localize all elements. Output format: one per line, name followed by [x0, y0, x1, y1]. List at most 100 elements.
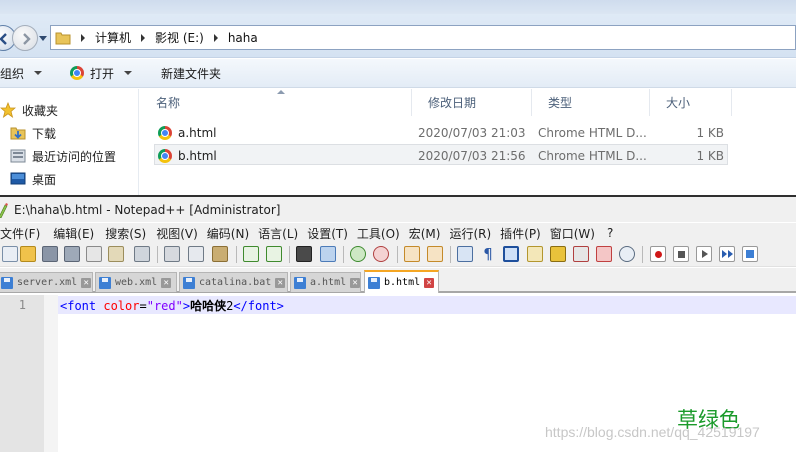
save-icon[interactable]	[42, 246, 58, 262]
folder-as-workspace-icon[interactable]	[596, 246, 612, 262]
save-macro-icon[interactable]	[742, 246, 758, 262]
menu-plugins[interactable]: 插件(P)	[500, 225, 550, 242]
save-all-icon[interactable]	[64, 246, 80, 262]
close-all-icon[interactable]	[108, 246, 124, 262]
open-file-icon[interactable]	[20, 246, 36, 262]
print-icon[interactable]	[134, 246, 150, 262]
sort-ascending-icon	[277, 90, 285, 94]
menu-file[interactable]: 文件(F)	[0, 225, 49, 242]
column-label: 大小	[666, 96, 691, 110]
toolbar-separator	[450, 246, 451, 263]
close-icon[interactable]: ✕	[424, 277, 435, 288]
toolbar-separator	[397, 246, 398, 263]
explorer-toolbar: 组织 打开 新建文件夹	[0, 59, 796, 88]
desktop-icon	[10, 172, 26, 185]
tab-label: web.xml	[115, 277, 158, 288]
nav-item-desktop[interactable]: 桌面	[10, 169, 56, 189]
nav-label: 收藏夹	[22, 103, 59, 118]
record-macro-icon[interactable]	[650, 246, 666, 262]
close-icon[interactable]: ✕	[81, 277, 92, 288]
breadcrumb-folder[interactable]: haha	[228, 31, 258, 45]
toolbar-separator	[642, 246, 643, 263]
file-date: 2020/07/03 21:56	[418, 148, 526, 163]
find-icon[interactable]	[296, 246, 312, 262]
breadcrumb-separator-icon[interactable]	[81, 33, 85, 42]
redo-icon[interactable]	[266, 246, 282, 262]
column-header-date[interactable]: 修改日期	[412, 89, 532, 116]
copy-icon[interactable]	[188, 246, 204, 262]
show-all-characters-icon[interactable]: ¶	[480, 246, 496, 262]
menu-edit[interactable]: 编辑(E)	[53, 225, 103, 242]
stop-macro-icon[interactable]	[673, 246, 689, 262]
tab-b-html[interactable]: b.html ✕	[364, 270, 439, 293]
address-bar[interactable]: 计算机 影视 (E:) haha	[50, 25, 796, 50]
breadcrumb-separator-icon[interactable]	[213, 33, 218, 42]
tab-a-html[interactable]: a.html ✕	[290, 272, 361, 292]
tab-server-xml[interactable]: server.xml ✕	[0, 272, 93, 292]
document-map-icon[interactable]	[550, 246, 566, 262]
document-tab-bar: server.xml ✕ web.xml ✕ catalina.bat ✕ a.…	[0, 268, 796, 293]
monitoring-icon[interactable]	[619, 246, 635, 262]
saved-file-icon	[99, 276, 111, 289]
cut-icon[interactable]	[164, 246, 180, 262]
function-list-icon[interactable]	[573, 246, 589, 262]
tab-web-xml[interactable]: web.xml ✕	[95, 272, 177, 292]
nav-item-favorites[interactable]: 收藏夹	[0, 100, 58, 120]
main-toolbar: ¶	[0, 243, 796, 267]
close-icon[interactable]: ✕	[275, 277, 286, 288]
menu-encoding[interactable]: 编码(N)	[207, 225, 258, 242]
code-equals: =	[139, 299, 147, 313]
play-macro-icon[interactable]	[696, 246, 712, 262]
indent-guide-icon[interactable]	[503, 246, 519, 262]
organize-button[interactable]: 组织	[0, 59, 43, 88]
window-title: E:\haha\b.html - Notepad++ [Administrato…	[14, 202, 281, 217]
saved-file-icon	[368, 276, 380, 289]
column-header-size[interactable]: 大小	[650, 89, 732, 116]
breadcrumb-drive[interactable]: 影视 (E:)	[155, 29, 204, 46]
menu-language[interactable]: 语言(L)	[258, 225, 307, 242]
notepadpp-title-bar: E:\haha\b.html - Notepad++ [Administrato…	[0, 197, 796, 222]
menu-run[interactable]: 运行(R)	[449, 225, 500, 242]
code-line[interactable]: <font color="red">哈哈侠2</font>	[60, 297, 284, 314]
undo-icon[interactable]	[243, 246, 259, 262]
sync-horizontal-icon[interactable]	[427, 246, 443, 262]
menu-help[interactable]: ?	[607, 226, 622, 240]
user-language-icon[interactable]	[527, 246, 543, 262]
close-file-icon[interactable]	[86, 246, 102, 262]
nav-item-recent[interactable]: 最近访问的位置	[10, 146, 116, 166]
replace-icon[interactable]	[320, 246, 336, 262]
close-icon[interactable]: ✕	[161, 277, 172, 288]
menu-view[interactable]: 视图(V)	[156, 225, 207, 242]
file-row[interactable]: a.html 2020/07/03 21:03 Chrome HTML D...…	[154, 122, 728, 143]
chrome-icon	[70, 66, 85, 80]
close-icon[interactable]: ✕	[350, 277, 360, 288]
nav-item-downloads[interactable]: 下载	[10, 123, 56, 143]
column-header-type[interactable]: 类型	[532, 89, 650, 116]
code-text: 哈哈侠	[190, 299, 227, 313]
zoom-out-icon[interactable]	[373, 246, 389, 262]
menu-window[interactable]: 窗口(W)	[550, 225, 604, 242]
menu-tools[interactable]: 工具(O)	[357, 225, 409, 242]
line-number: 1	[18, 298, 26, 312]
tab-label: server.xml	[17, 277, 78, 288]
word-wrap-icon[interactable]	[457, 246, 473, 262]
forward-button[interactable]	[12, 25, 38, 51]
new-file-icon[interactable]	[2, 246, 18, 262]
code-attribute-value: "red"	[146, 299, 183, 313]
sync-vertical-icon[interactable]	[404, 246, 420, 262]
open-button[interactable]: 打开	[70, 59, 133, 88]
tab-catalina-bat[interactable]: catalina.bat ✕	[179, 272, 288, 292]
paste-icon[interactable]	[212, 246, 228, 262]
file-row-selected[interactable]: b.html 2020/07/03 21:56 Chrome HTML D...…	[154, 144, 728, 165]
breadcrumb-separator-icon[interactable]	[141, 33, 146, 42]
recent-pages-dropdown-icon[interactable]	[39, 34, 47, 42]
menu-macro[interactable]: 宏(M)	[409, 225, 450, 242]
tab-label: catalina.bat	[199, 277, 272, 288]
new-folder-button[interactable]: 新建文件夹	[161, 59, 221, 88]
menu-search[interactable]: 搜索(S)	[105, 225, 155, 242]
play-macro-multiple-icon[interactable]	[719, 246, 735, 262]
column-header-name[interactable]: 名称	[140, 89, 412, 116]
menu-settings[interactable]: 设置(T)	[307, 225, 357, 242]
zoom-in-icon[interactable]	[350, 246, 366, 262]
breadcrumb-computer[interactable]: 计算机	[95, 29, 131, 46]
